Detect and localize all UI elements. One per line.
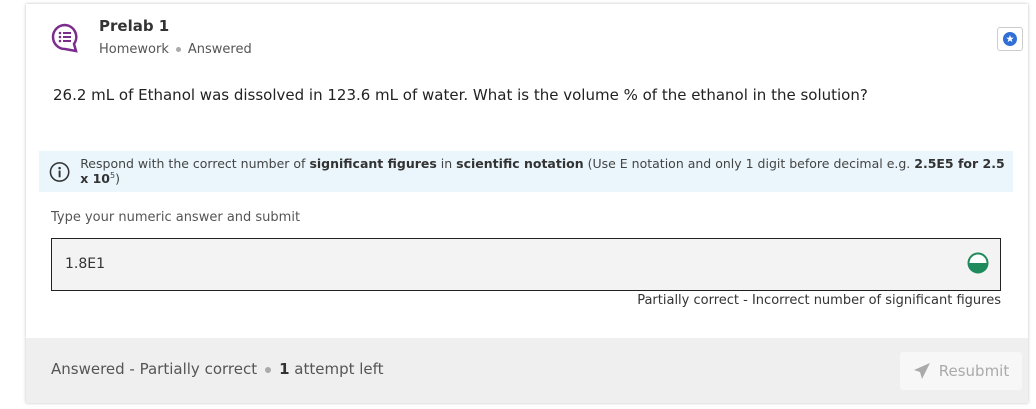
resubmit-button[interactable]: Resubmit [900, 352, 1022, 390]
question-card: Prelab 1 Homework Answered 26.2 mL of Eth… [26, 4, 1028, 403]
resubmit-label: Resubmit [938, 362, 1010, 380]
attempts-label: attempt left [289, 360, 384, 378]
answer-feedback: Partially correct - Incorrect number of … [637, 293, 1001, 308]
star-icon [1003, 32, 1017, 46]
assignment-status: Answered [187, 42, 252, 57]
attempt-status: Answered - Partially correct 1 attempt le… [51, 360, 384, 378]
assignment-meta: Homework Answered [99, 42, 252, 57]
answer-value[interactable]: 1.8E1 [65, 256, 105, 272]
bookmark-button[interactable] [997, 27, 1023, 51]
attempts-count: 1 [279, 360, 290, 378]
paper-plane-icon [913, 363, 930, 379]
assignment-title: Prelab 1 [99, 17, 170, 35]
answer-prompt: Type your numeric answer and submit [51, 210, 301, 225]
instruction-banner: Respond with the correct number of signi… [39, 151, 1013, 192]
separator-dot [265, 366, 272, 373]
question-text: 26.2 mL of Ethanol was dissolved in 123.… [53, 86, 868, 104]
instruction-text: Respond with the correct number of signi… [80, 156, 1005, 187]
card-footer: Answered - Partially correct 1 attempt le… [26, 338, 1028, 403]
assignment-type: Homework [99, 42, 169, 57]
info-icon [49, 161, 70, 182]
separator-dot [175, 47, 181, 52]
result-status: Answered - Partially correct [51, 360, 258, 378]
answer-input[interactable]: 1.8E1 [51, 238, 1001, 291]
half-circle-icon [967, 252, 989, 274]
chat-list-icon [51, 23, 78, 53]
